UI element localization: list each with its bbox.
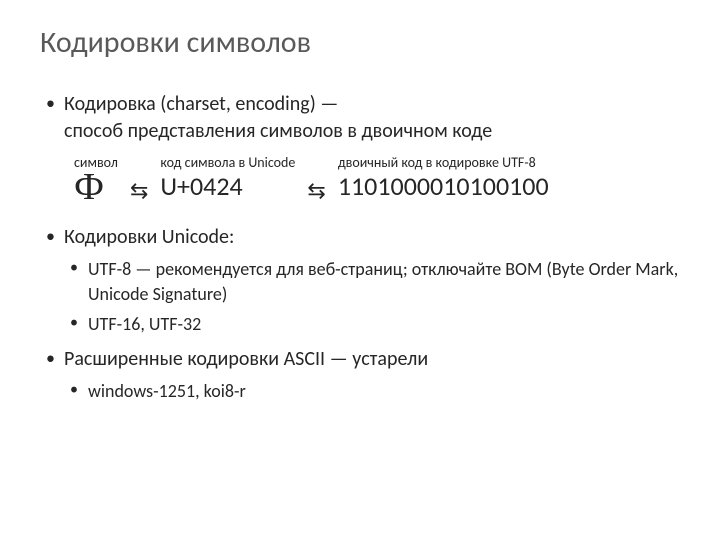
list-item: Кодировка (charset, encoding) — способ п… [40, 91, 680, 145]
bullet-text: UTF-16, UTF-32 [88, 313, 201, 335]
diagram-binary-value: 1101000010100100 [338, 172, 549, 201]
list-item: UTF-8 — рекомендуется для веб-страниц; о… [64, 257, 680, 306]
diagram-binary-label: двоичный код в кодировке UTF-8 [338, 155, 549, 170]
list-item: Кодировки Unicode: UTF-8 — рекомендуется… [40, 224, 680, 336]
diagram-code-value: U+0424 [160, 172, 295, 201]
bullet-text-line: Кодировка (charset, encoding) — [64, 92, 338, 116]
list-item: windows-1251, koi8-r [64, 379, 680, 403]
slide-title: Кодировки символов [40, 24, 680, 61]
list-item: Расширенные кодировки ASCII — устарели w… [40, 346, 680, 403]
diagram-code-label: код символа в Unicode [160, 155, 295, 170]
bullet-text: UTF-8 — рекомендуется для веб-страниц; о… [88, 258, 678, 304]
encoding-diagram: символ Ф ⇆ код символа в Unicode U+0424 … [74, 155, 680, 206]
diagram-symbol-value: Ф [74, 168, 118, 206]
bullet-text-line: способ представления символов в двоичном… [64, 119, 492, 143]
sub-bullet-list: UTF-8 — рекомендуется для веб-страниц; о… [64, 257, 680, 336]
diagram-col-code: код символа в Unicode U+0424 [160, 155, 295, 201]
diagram-col-symbol: символ Ф [74, 155, 118, 206]
arrow-icon: ⇆ [307, 179, 325, 206]
bullet-text: Кодировки Unicode: [64, 225, 234, 249]
list-item: UTF-16, UTF-32 [64, 312, 680, 336]
bullet-list: Кодировки Unicode: UTF-8 — рекомендуется… [40, 224, 680, 403]
bullet-list: Кодировка (charset, encoding) — способ п… [40, 91, 680, 145]
diagram-col-binary: двоичный код в кодировке UTF-8 110100001… [338, 155, 549, 201]
sub-bullet-list: windows-1251, koi8-r [64, 379, 680, 403]
arrow-icon: ⇆ [130, 179, 148, 206]
bullet-text: Расширенные кодировки ASCII — устарели [64, 347, 428, 371]
bullet-text: windows-1251, koi8-r [88, 380, 246, 402]
